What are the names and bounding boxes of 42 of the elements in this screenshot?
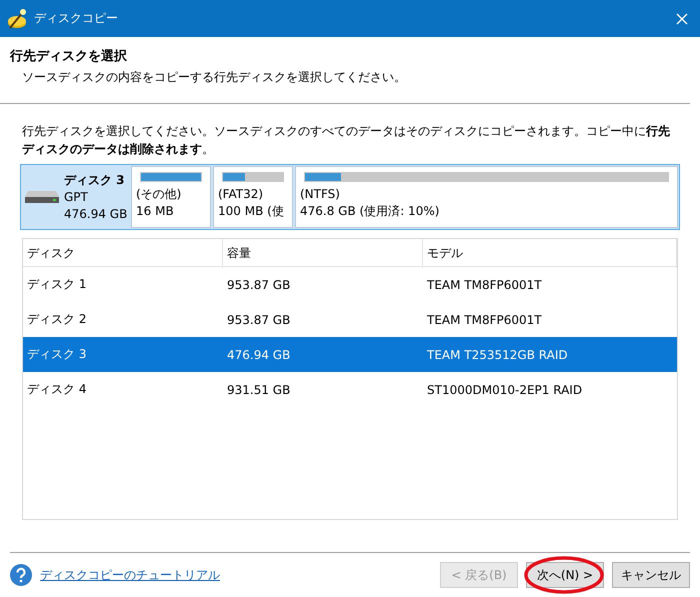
partition-block[interactable]: (FAT32) 100 MB (使 bbox=[213, 166, 293, 228]
hard-drive-icon bbox=[24, 190, 60, 204]
table-cell-text: ST1000DM010-2EP1 RAID bbox=[426, 382, 584, 396]
table-row[interactable]: ディスク 3 476.94 GB TEAM T253512GB RAID bbox=[23, 337, 677, 372]
partition-block[interactable]: (その他) 16 MB bbox=[131, 166, 211, 228]
table-cell-text: ディスク 4 bbox=[26, 381, 88, 398]
column-header[interactable]: モデル bbox=[423, 239, 677, 268]
table-cell-text: 953.87 GB bbox=[226, 312, 292, 326]
table-cell-text: 931.51 GB bbox=[226, 382, 292, 396]
partition-detail: 100 MB (使 bbox=[218, 203, 285, 220]
partition-detail: 476.8 GB (使用済: 10%) bbox=[300, 203, 440, 220]
partition-label: (FAT32) bbox=[218, 186, 264, 203]
disk-map[interactable]: ディスク 3 GPT 476.94 GB (その他) 16 MB (FAT32) 100 MB (使 (NTFS) 476.8 GB (使用済: 10%) bbox=[20, 164, 680, 230]
table-cell-text: 953.87 GB bbox=[226, 278, 292, 292]
table-row[interactable]: ディスク 1 953.87 GB TEAM TM8FP6001T bbox=[23, 267, 677, 302]
tutorial-link[interactable]: ディスクコピーのチュートリアル bbox=[40, 566, 220, 584]
table-cell-text: TEAM TM8FP6001T bbox=[426, 278, 543, 292]
table-row[interactable]: ディスク 2 953.87 GB TEAM TM8FP6001T bbox=[23, 302, 677, 337]
partition-detail: 16 MB bbox=[136, 203, 175, 220]
dialog-button[interactable]: キャンセル bbox=[612, 562, 690, 588]
table-row[interactable]: ディスク 4 931.51 GB ST1000DM010-2EP1 RAID bbox=[23, 372, 677, 407]
disk-name: ディスク 3 bbox=[64, 172, 126, 188]
partition-label: (その他) bbox=[136, 186, 182, 203]
partition-block[interactable]: (NTFS) 476.8 GB (使用済: 10%) bbox=[295, 166, 678, 228]
partition-style: GPT bbox=[64, 188, 89, 206]
column-header[interactable]: 容量 bbox=[223, 239, 423, 268]
page-heading: 行先ディスクを選択 bbox=[10, 48, 128, 65]
disk-size: 476.94 GB bbox=[64, 206, 128, 222]
column-header[interactable]: ディスク bbox=[23, 239, 223, 268]
partition-label: (NTFS) bbox=[300, 186, 341, 203]
table-cell-text: ディスク 1 bbox=[26, 276, 88, 293]
table-cell-text: ディスク 2 bbox=[26, 311, 88, 328]
table-cell-text: TEAM T253512GB RAID bbox=[426, 348, 569, 362]
table-cell-text: TEAM TM8FP6001T bbox=[426, 312, 543, 326]
page-subtitle: ソースディスクの内容をコピーする行先ディスクを選択してください。 bbox=[21, 69, 407, 86]
app-icon bbox=[6, 8, 28, 30]
help-icon[interactable] bbox=[10, 564, 32, 586]
table-cell-text: ディスク 3 bbox=[26, 346, 88, 363]
instruction-text: 行先ディスクを選択してください。ソースディスクのすべてのデータはそのディスクにコピーされます。コピー中に行先ディスクのデータは削除されます。 bbox=[22, 123, 671, 158]
table-cell-text: 476.94 GB bbox=[226, 348, 292, 362]
window-title: ディスクコピー bbox=[34, 10, 118, 27]
close-icon[interactable] bbox=[676, 12, 688, 24]
